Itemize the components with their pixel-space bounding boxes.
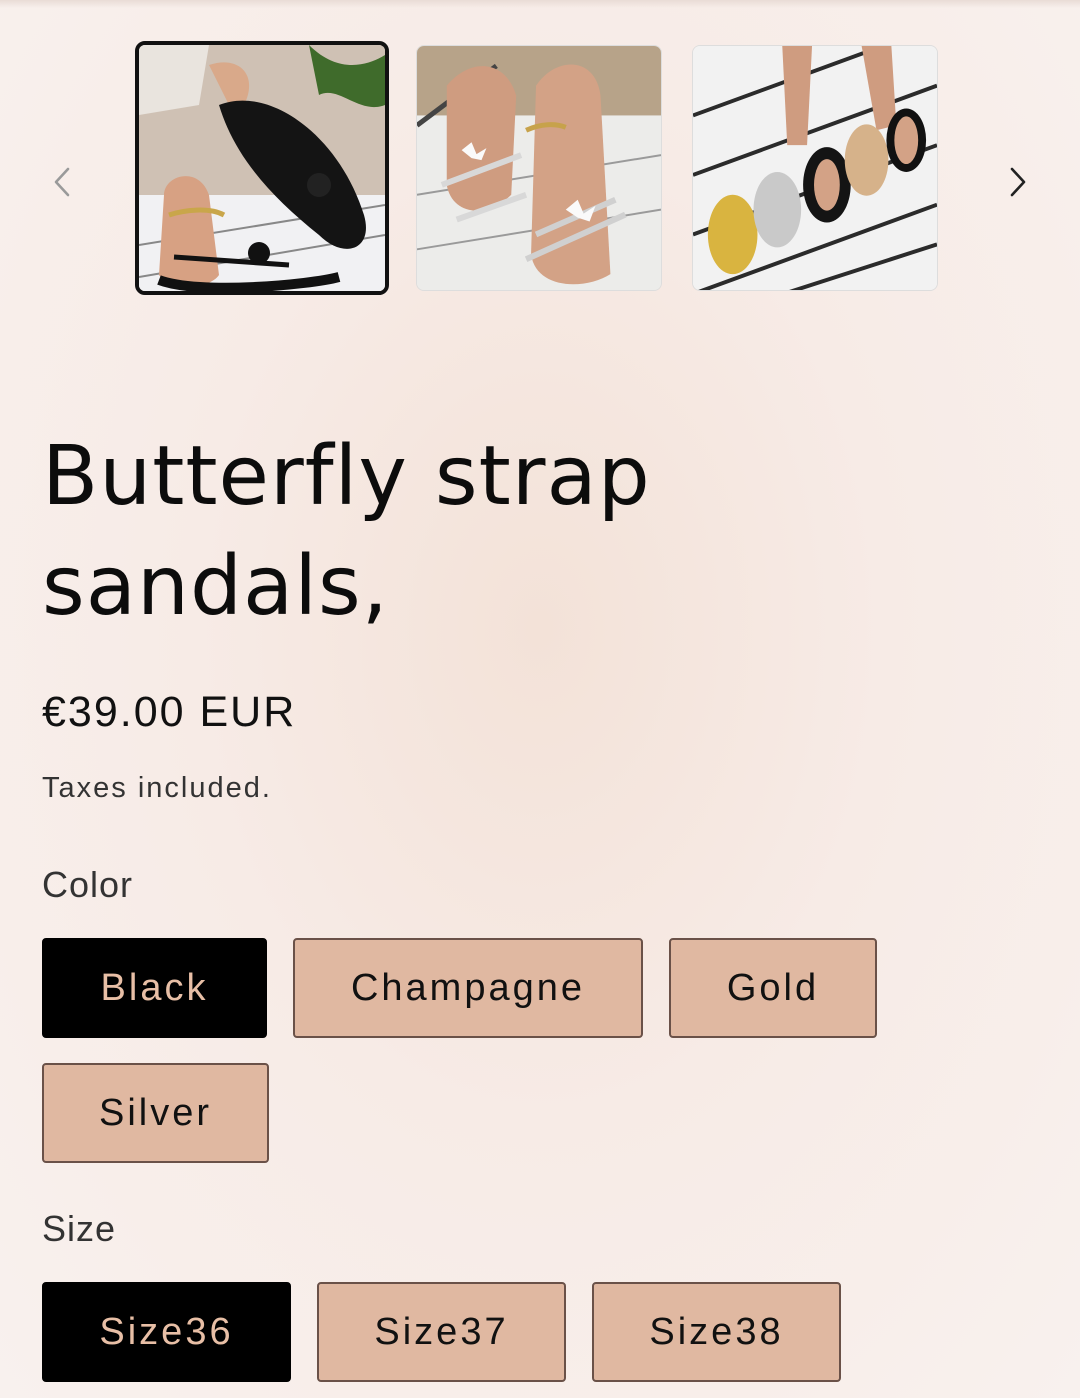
color-gold-button[interactable]: Gold <box>669 938 877 1038</box>
black-sandal-image <box>139 45 385 291</box>
color-champagne-button[interactable]: Champagne <box>293 938 643 1038</box>
assorted-colors-image <box>693 46 937 290</box>
chevron-right-icon <box>1010 167 1026 197</box>
chevron-left-icon <box>54 167 70 197</box>
size-36-button[interactable]: Size36 <box>42 1282 291 1382</box>
size-38-button[interactable]: Size38 <box>592 1282 841 1382</box>
color-black-button[interactable]: Black <box>42 938 267 1038</box>
product-price: €39.00 EUR <box>42 688 297 736</box>
thumbnail-black-sandal[interactable] <box>135 41 389 295</box>
gallery-next-button[interactable] <box>993 156 1043 208</box>
thumbnail-assorted-colors[interactable] <box>692 45 938 291</box>
silver-sandal-image <box>417 46 661 290</box>
gallery-prev-button[interactable] <box>37 156 87 208</box>
product-title: Butterfly strap sandals, <box>42 429 651 634</box>
color-silver-button[interactable]: Silver <box>42 1063 269 1163</box>
size-37-button[interactable]: Size37 <box>317 1282 566 1382</box>
thumbnail-silver-sandal[interactable] <box>416 45 662 291</box>
size-option-label: Size <box>42 1208 117 1249</box>
taxes-note: Taxes included. <box>42 772 272 804</box>
color-option-label: Color <box>42 864 134 905</box>
top-shadow <box>0 0 1080 8</box>
